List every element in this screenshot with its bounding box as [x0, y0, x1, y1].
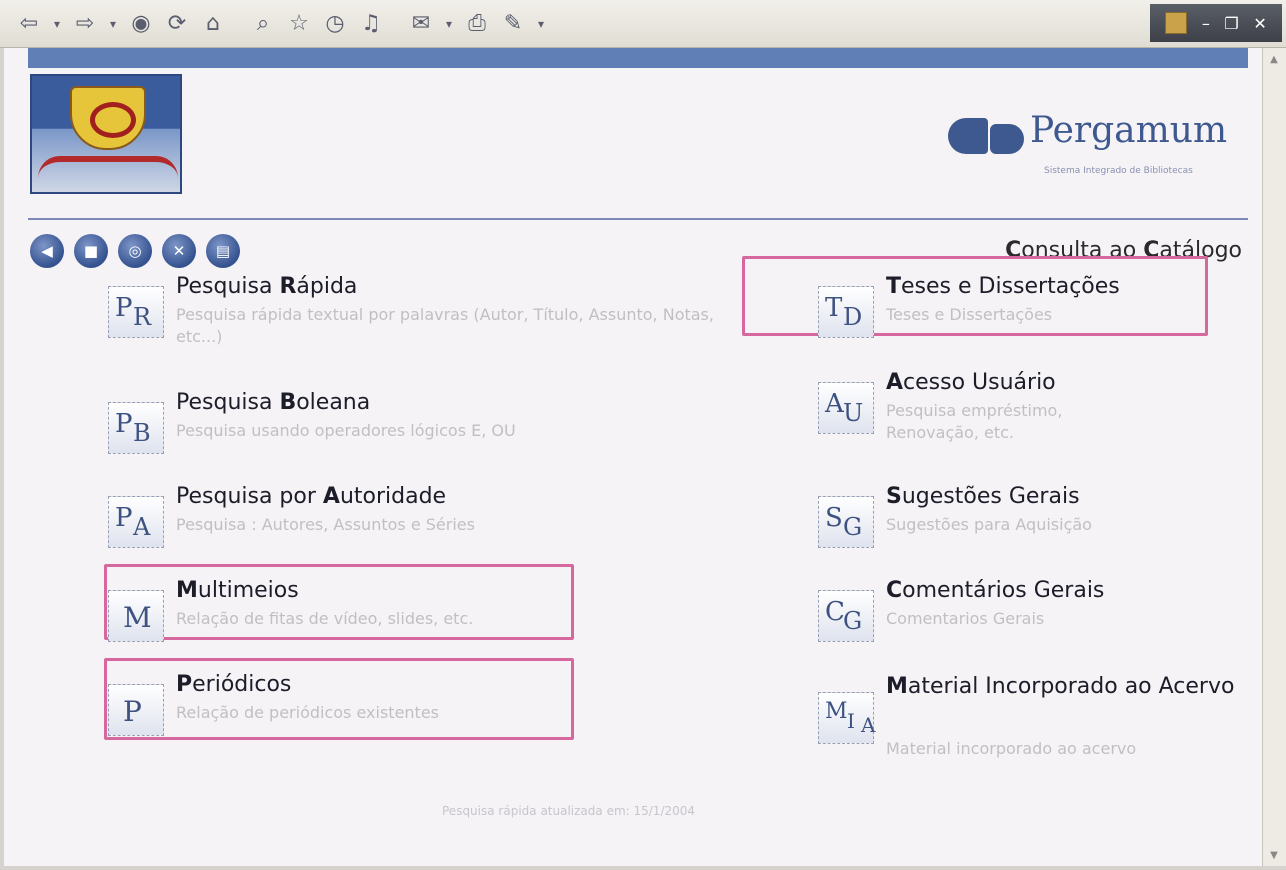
p-icon: P — [108, 684, 164, 736]
vertical-scrollbar[interactable]: ▲ ▼ — [1262, 48, 1286, 866]
history-icon[interactable]: ◷ — [320, 7, 350, 41]
home-icon[interactable]: ⌂ — [198, 7, 228, 41]
menu-item-acesso-usuario[interactable]: AU Acesso Usuário Pesquisa empréstimo, R… — [818, 370, 1198, 450]
pr-icon: PR — [108, 286, 164, 338]
close-icon[interactable]: ✕ — [162, 234, 196, 268]
header-strip — [28, 48, 1248, 68]
menu-item-pesquisa-boleana[interactable]: PB Pesquisa Boleana Pesquisa usando oper… — [108, 390, 708, 460]
dropdown-icon[interactable]: ▾ — [534, 7, 548, 41]
pb-icon: PB — [108, 402, 164, 454]
update-note: Pesquisa rápida atualizada em: 15/1/2004 — [442, 804, 696, 818]
menu-item-material-incorporado[interactable]: MIA Material Incorporado ao Acervo Mater… — [818, 672, 1238, 772]
back-icon[interactable]: ◀ — [30, 234, 64, 268]
dropdown-icon[interactable]: ▾ — [106, 7, 120, 41]
window-controls: – ❐ ✕ — [1150, 4, 1282, 42]
brand-subtitle: Sistema Integrado de Bibliotecas — [1044, 166, 1193, 176]
mail-icon[interactable]: ✉ — [406, 7, 436, 41]
browser-toolbar: ⇦ ▾ ⇨ ▾ ◉ ⟳ ⌂ ⌕ ☆ ◷ ♫ ✉ ▾ ⎙ ✎ ▾ – ❐ ✕ — [0, 0, 1286, 48]
search-icon[interactable]: ⌕ — [248, 7, 278, 41]
mia-icon: MIA — [818, 692, 875, 744]
sg-icon: SG — [818, 496, 874, 548]
au-icon: AU — [818, 382, 874, 434]
pa-icon: PA — [108, 496, 164, 548]
brand-name: Pergamum — [1030, 110, 1228, 151]
divider — [28, 218, 1248, 220]
catalog-page: Pergamum Sistema Integrado de Biblioteca… — [4, 48, 1262, 866]
pergamum-logo: Pergamum Sistema Integrado de Biblioteca… — [948, 106, 1248, 176]
menu-item-sugestoes-gerais[interactable]: SG Sugestões Gerais Sugestões para Aquis… — [818, 484, 1198, 554]
university-crest-logo — [30, 74, 182, 194]
menu-item-teses-dissertacoes[interactable]: TD Teses e Dissertações Teses e Disserta… — [818, 274, 1198, 338]
menu-item-pesquisa-rapida[interactable]: PR Pesquisa Rápida Pesquisa rápida textu… — [108, 274, 714, 354]
scroll-up-icon[interactable]: ▲ — [1267, 54, 1281, 65]
media-icon[interactable]: ♫ — [356, 7, 386, 41]
edit-icon[interactable]: ✎ — [498, 7, 528, 41]
cg-icon: CG — [818, 590, 874, 642]
forward-arrow-icon[interactable]: ⇨ — [70, 7, 100, 41]
m-icon: M — [108, 590, 164, 642]
windows-flag-icon — [1165, 12, 1188, 34]
print-icon[interactable]: ▤ — [206, 234, 240, 268]
menu-item-periodicos[interactable]: P Periódicos Relação de periódicos exist… — [108, 672, 568, 736]
close-icon[interactable]: ✕ — [1253, 14, 1266, 33]
stop-icon[interactable]: ◉ — [126, 7, 156, 41]
menu-item-multimeios[interactable]: M Multimeios Relação de fitas de vídeo, … — [108, 578, 568, 642]
refresh-icon[interactable]: ⟳ — [162, 7, 192, 41]
minimize-icon[interactable]: – — [1202, 14, 1210, 33]
td-icon: TD — [818, 286, 874, 338]
nav-buttons: ◀ ■ ◎ ✕ ▤ — [30, 234, 240, 268]
menu-item-pesquisa-autoridade[interactable]: PA Pesquisa por Autoridade Pesquisa : Au… — [108, 484, 708, 554]
restore-icon[interactable]: ❐ — [1224, 14, 1238, 33]
pergamum-mark-icon — [948, 118, 1024, 154]
back-arrow-icon[interactable]: ⇦ — [14, 7, 44, 41]
print-icon[interactable]: ⎙ — [462, 7, 492, 41]
dropdown-icon[interactable]: ▾ — [442, 7, 456, 41]
favorites-icon[interactable]: ☆ — [284, 7, 314, 41]
help-icon[interactable]: ◎ — [118, 234, 152, 268]
dropdown-icon[interactable]: ▾ — [50, 7, 64, 41]
menu-item-comentarios-gerais[interactable]: CG Comentários Gerais Comentarios Gerais — [818, 578, 1198, 648]
home-icon[interactable]: ■ — [74, 234, 108, 268]
scroll-down-icon[interactable]: ▼ — [1267, 850, 1281, 861]
